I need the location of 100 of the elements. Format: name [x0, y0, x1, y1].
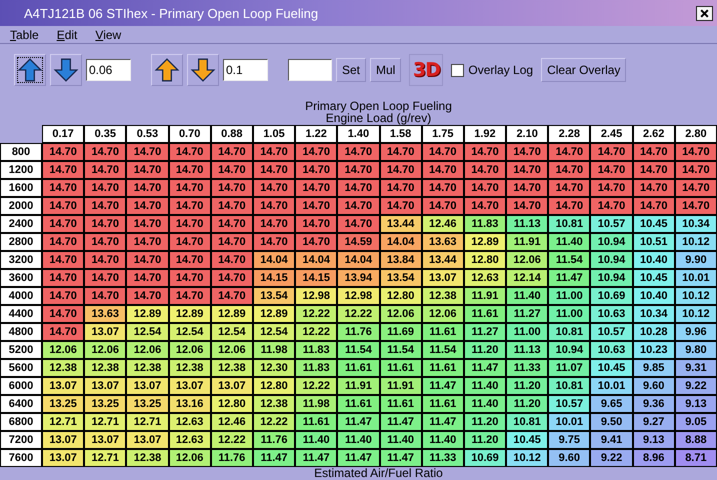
- table-cell[interactable]: 11.98: [295, 395, 338, 413]
- step-down-button[interactable]: [50, 54, 82, 86]
- table-cell[interactable]: 13.63: [84, 305, 126, 323]
- table-cell[interactable]: 9.50: [590, 413, 633, 431]
- multiply-button[interactable]: Mul: [370, 58, 402, 82]
- table-cell[interactable]: 10.94: [590, 233, 633, 251]
- table-cell[interactable]: 13.07: [42, 431, 84, 449]
- table-cell[interactable]: 10.40: [632, 287, 675, 305]
- table-cell[interactable]: 10.51: [632, 233, 675, 251]
- table-cell[interactable]: 14.70: [210, 269, 253, 287]
- table-cell[interactable]: 13.07: [126, 377, 169, 395]
- table-cell[interactable]: 14.70: [168, 179, 211, 197]
- table-cell[interactable]: 14.70: [84, 215, 126, 233]
- table-cell[interactable]: 14.70: [126, 215, 169, 233]
- table-cell[interactable]: 14.70: [464, 143, 506, 161]
- table-cell[interactable]: 12.46: [422, 215, 464, 233]
- table-cell[interactable]: 14.70: [422, 197, 464, 215]
- table-cell[interactable]: 9.05: [674, 413, 717, 431]
- table-cell[interactable]: 8.88: [674, 431, 717, 449]
- table-cell[interactable]: 10.01: [548, 413, 590, 431]
- table-cell[interactable]: 9.41: [590, 431, 633, 449]
- table-cell[interactable]: 11.83: [295, 359, 338, 377]
- table-cell[interactable]: 14.70: [590, 179, 633, 197]
- table-cell[interactable]: 14.70: [126, 287, 169, 305]
- table-cell[interactable]: 12.54: [126, 323, 169, 341]
- table-cell[interactable]: 12.80: [380, 287, 422, 305]
- table-cell[interactable]: 9.80: [674, 341, 717, 359]
- table-cell[interactable]: 11.91: [337, 377, 380, 395]
- table-cell[interactable]: 10.94: [548, 341, 590, 359]
- table-cell[interactable]: 14.04: [380, 233, 422, 251]
- table-cell[interactable]: 12.98: [337, 287, 380, 305]
- table-cell[interactable]: 12.46: [210, 413, 253, 431]
- table-cell[interactable]: 11.83: [295, 341, 338, 359]
- table-cell[interactable]: 14.04: [252, 251, 296, 269]
- table-cell[interactable]: 14.70: [337, 215, 380, 233]
- table-cell[interactable]: 9.60: [548, 449, 590, 467]
- table-cell[interactable]: 11.61: [295, 413, 338, 431]
- table-cell[interactable]: 14.04: [295, 251, 338, 269]
- table-cell[interactable]: 14.70: [84, 143, 126, 161]
- table-cell[interactable]: 14.70: [84, 197, 126, 215]
- table-cell[interactable]: 12.54: [210, 323, 253, 341]
- table-cell[interactable]: 12.71: [84, 449, 126, 467]
- table-cell[interactable]: 10.23: [632, 341, 675, 359]
- table-cell[interactable]: 10.69: [464, 449, 506, 467]
- table-cell[interactable]: 10.12: [506, 449, 548, 467]
- table-cell[interactable]: 14.70: [168, 161, 211, 179]
- table-cell[interactable]: 12.38: [126, 449, 169, 467]
- table-cell[interactable]: 14.70: [84, 287, 126, 305]
- table-cell[interactable]: 14.70: [506, 197, 548, 215]
- table-cell[interactable]: 13.44: [422, 251, 464, 269]
- table-cell[interactable]: 14.70: [168, 251, 211, 269]
- table-cell[interactable]: 13.07: [84, 323, 126, 341]
- table-cell[interactable]: 12.71: [42, 413, 84, 431]
- table-cell[interactable]: 11.20: [506, 377, 548, 395]
- table-cell[interactable]: 11.40: [337, 431, 380, 449]
- table-cell[interactable]: 12.71: [126, 413, 169, 431]
- table-cell[interactable]: 12.54: [168, 323, 211, 341]
- table-cell[interactable]: 14.70: [548, 143, 590, 161]
- table-cell[interactable]: 14.70: [252, 179, 296, 197]
- table-cell[interactable]: 11.76: [252, 431, 296, 449]
- close-button[interactable]: [696, 6, 713, 20]
- table-cell[interactable]: 12.22: [295, 323, 338, 341]
- table-cell[interactable]: 14.70: [42, 305, 84, 323]
- table-cell[interactable]: 11.07: [548, 359, 590, 377]
- table-cell[interactable]: 13.07: [210, 377, 253, 395]
- table-cell[interactable]: 11.27: [506, 305, 548, 323]
- table-cell[interactable]: 12.89: [464, 233, 506, 251]
- table-cell[interactable]: 11.13: [506, 341, 548, 359]
- table-cell[interactable]: 14.70: [210, 233, 253, 251]
- table-cell[interactable]: 10.12: [674, 287, 717, 305]
- table-cell[interactable]: 14.70: [252, 233, 296, 251]
- table-cell[interactable]: 12.06: [168, 449, 211, 467]
- table-cell[interactable]: 10.45: [632, 215, 675, 233]
- table-cell[interactable]: 12.22: [252, 413, 296, 431]
- table-cell[interactable]: 14.70: [464, 197, 506, 215]
- table-cell[interactable]: 11.47: [548, 269, 590, 287]
- table-cell[interactable]: 14.70: [422, 161, 464, 179]
- table-cell[interactable]: 14.70: [126, 233, 169, 251]
- table-cell[interactable]: 11.61: [422, 359, 464, 377]
- table-cell[interactable]: 10.40: [632, 251, 675, 269]
- table-cell[interactable]: 10.34: [674, 215, 717, 233]
- table-cell[interactable]: 11.91: [464, 287, 506, 305]
- table-cell[interactable]: 11.61: [380, 359, 422, 377]
- table-cell[interactable]: 14.70: [464, 161, 506, 179]
- table-cell[interactable]: 10.45: [632, 269, 675, 287]
- table-cell[interactable]: 14.70: [590, 143, 633, 161]
- table-cell[interactable]: 14.70: [168, 269, 211, 287]
- table-cell[interactable]: 13.63: [422, 233, 464, 251]
- table-cell[interactable]: 13.07: [42, 449, 84, 467]
- table-cell[interactable]: 14.70: [295, 161, 338, 179]
- table-cell[interactable]: 11.00: [548, 305, 590, 323]
- table-cell[interactable]: 12.71: [84, 413, 126, 431]
- table-cell[interactable]: 12.38: [126, 359, 169, 377]
- table-cell[interactable]: 10.69: [590, 287, 633, 305]
- table-cell[interactable]: 14.70: [168, 215, 211, 233]
- table-cell[interactable]: 12.89: [168, 305, 211, 323]
- table-cell[interactable]: 12.63: [168, 431, 211, 449]
- table-cell[interactable]: 12.80: [464, 251, 506, 269]
- table-cell[interactable]: 14.70: [84, 161, 126, 179]
- table-cell[interactable]: 13.07: [42, 377, 84, 395]
